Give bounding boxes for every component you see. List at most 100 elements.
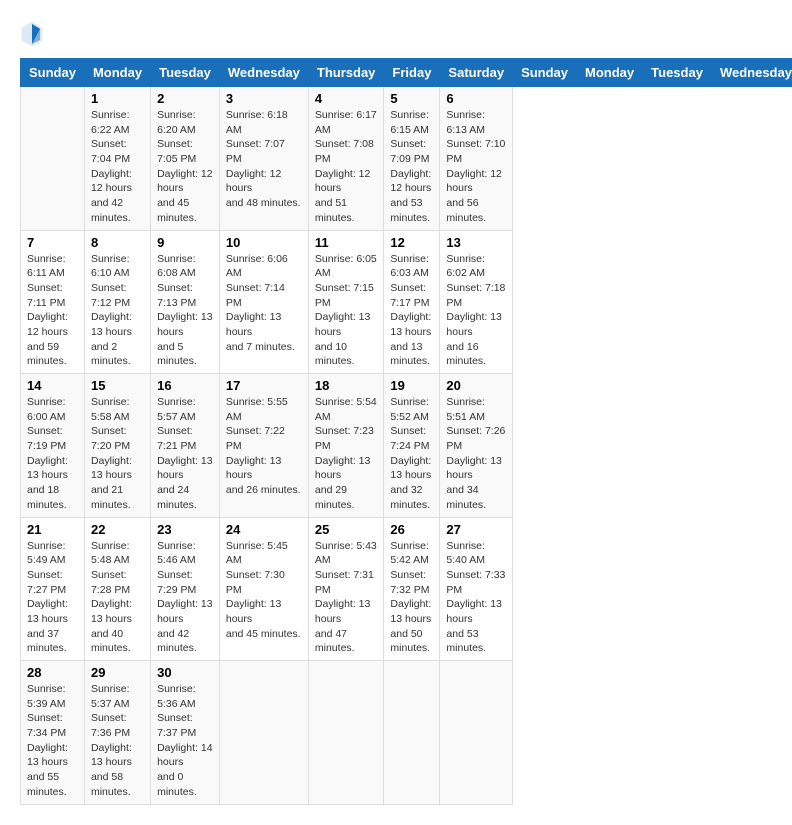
calendar-cell: 17 Sunrise: 5:55 AM Sunset: 7:22 PM Dayli… — [219, 374, 308, 518]
calendar-week-row: 7Sunrise: 6:11 AM Sunset: 7:11 PM Daylig… — [21, 230, 792, 374]
day-number: 14 — [27, 378, 78, 393]
calendar-cell: 2 Sunrise: 6:20 AM Sunset: 7:05 PM Daylig… — [151, 87, 220, 231]
day-number: 16 — [157, 378, 213, 393]
day-info: Sunrise: 6:06 AM Sunset: 7:14 PM Dayligh… — [226, 252, 302, 355]
calendar-cell: 15 Sunrise: 5:58 AM Sunset: 7:20 PM Dayli… — [84, 374, 150, 518]
day-number: 4 — [315, 91, 378, 106]
calendar-cell: 5 Sunrise: 6:15 AM Sunset: 7:09 PM Daylig… — [384, 87, 440, 231]
day-number: 26 — [390, 522, 433, 537]
day-number: 30 — [157, 665, 213, 680]
calendar-cell: 7Sunrise: 6:11 AM Sunset: 7:11 PM Daylig… — [21, 230, 85, 374]
day-number: 7 — [27, 235, 78, 250]
day-info: Sunrise: 5:45 AM Sunset: 7:30 PM Dayligh… — [226, 539, 302, 642]
day-number: 24 — [226, 522, 302, 537]
day-number: 20 — [446, 378, 506, 393]
day-info: Sunrise: 6:02 AM Sunset: 7:18 PM Dayligh… — [446, 252, 506, 370]
calendar-cell: 27Sunrise: 5:40 AM Sunset: 7:33 PM Dayli… — [440, 517, 513, 661]
day-number: 1 — [91, 91, 144, 106]
calendar-cell: 9 Sunrise: 6:08 AM Sunset: 7:13 PM Daylig… — [151, 230, 220, 374]
day-number: 21 — [27, 522, 78, 537]
calendar-cell: 13 Sunrise: 6:02 AM Sunset: 7:18 PM Dayli… — [440, 230, 513, 374]
page-header — [20, 20, 772, 48]
calendar-table: SundayMondayTuesdayWednesdayThursdayFrid… — [20, 58, 792, 805]
day-info: Sunrise: 5:58 AM Sunset: 7:20 PM Dayligh… — [91, 395, 144, 513]
day-number: 12 — [390, 235, 433, 250]
day-of-week-header: Monday — [577, 59, 643, 87]
day-info: Sunrise: 6:00 AM Sunset: 7:19 PM Dayligh… — [27, 395, 78, 513]
day-info: Sunrise: 5:40 AM Sunset: 7:33 PM Dayligh… — [446, 539, 506, 657]
calendar-cell: 4Sunrise: 6:17 AM Sunset: 7:08 PM Daylig… — [308, 87, 384, 231]
logo-icon — [20, 20, 44, 48]
day-info: Sunrise: 6:15 AM Sunset: 7:09 PM Dayligh… — [390, 108, 433, 226]
day-number: 2 — [157, 91, 213, 106]
calendar-cell: 30 Sunrise: 5:36 AM Sunset: 7:37 PM Dayli… — [151, 661, 220, 805]
day-number: 5 — [390, 91, 433, 106]
day-number: 18 — [315, 378, 378, 393]
day-of-week-header: Saturday — [440, 59, 513, 87]
calendar-cell: 20 Sunrise: 5:51 AM Sunset: 7:26 PM Dayli… — [440, 374, 513, 518]
calendar-header-row: SundayMondayTuesdayWednesdayThursdayFrid… — [21, 59, 792, 87]
calendar-cell — [21, 87, 85, 231]
day-number: 9 — [157, 235, 213, 250]
calendar-week-row: 1 Sunrise: 6:22 AM Sunset: 7:04 PM Daylig… — [21, 87, 792, 231]
day-number: 3 — [226, 91, 302, 106]
calendar-cell: 1 Sunrise: 6:22 AM Sunset: 7:04 PM Daylig… — [84, 87, 150, 231]
day-info: Sunrise: 5:43 AM Sunset: 7:31 PM Dayligh… — [315, 539, 378, 657]
day-of-week-header: Wednesday — [711, 59, 792, 87]
day-number: 13 — [446, 235, 506, 250]
day-of-week-header: Thursday — [308, 59, 384, 87]
day-number: 8 — [91, 235, 144, 250]
day-info: Sunrise: 5:42 AM Sunset: 7:32 PM Dayligh… — [390, 539, 433, 657]
calendar-cell — [308, 661, 384, 805]
calendar-cell: 14 Sunrise: 6:00 AM Sunset: 7:19 PM Dayli… — [21, 374, 85, 518]
day-info: Sunrise: 6:05 AM Sunset: 7:15 PM Dayligh… — [315, 252, 378, 370]
day-of-week-header: Wednesday — [219, 59, 308, 87]
day-info: Sunrise: 6:18 AM Sunset: 7:07 PM Dayligh… — [226, 108, 302, 211]
day-info: Sunrise: 6:10 AM Sunset: 7:12 PM Dayligh… — [91, 252, 144, 370]
day-number: 15 — [91, 378, 144, 393]
day-info: Sunrise: 5:46 AM Sunset: 7:29 PM Dayligh… — [157, 539, 213, 657]
day-info: Sunrise: 5:48 AM Sunset: 7:28 PM Dayligh… — [91, 539, 144, 657]
day-info: Sunrise: 5:37 AM Sunset: 7:36 PM Dayligh… — [91, 682, 144, 800]
day-info: Sunrise: 6:22 AM Sunset: 7:04 PM Dayligh… — [91, 108, 144, 226]
calendar-cell: 11Sunrise: 6:05 AM Sunset: 7:15 PM Dayli… — [308, 230, 384, 374]
day-info: Sunrise: 5:55 AM Sunset: 7:22 PM Dayligh… — [226, 395, 302, 498]
day-info: Sunrise: 5:39 AM Sunset: 7:34 PM Dayligh… — [27, 682, 78, 800]
day-info: Sunrise: 6:20 AM Sunset: 7:05 PM Dayligh… — [157, 108, 213, 226]
day-number: 23 — [157, 522, 213, 537]
calendar-cell: 21 Sunrise: 5:49 AM Sunset: 7:27 PM Dayli… — [21, 517, 85, 661]
calendar-cell — [219, 661, 308, 805]
calendar-cell: 6Sunrise: 6:13 AM Sunset: 7:10 PM Daylig… — [440, 87, 513, 231]
day-number: 28 — [27, 665, 78, 680]
day-info: Sunrise: 6:03 AM Sunset: 7:17 PM Dayligh… — [390, 252, 433, 370]
day-info: Sunrise: 5:57 AM Sunset: 7:21 PM Dayligh… — [157, 395, 213, 513]
day-info: Sunrise: 6:08 AM Sunset: 7:13 PM Dayligh… — [157, 252, 213, 370]
calendar-cell: 28 Sunrise: 5:39 AM Sunset: 7:34 PM Dayli… — [21, 661, 85, 805]
day-of-week-header: Monday — [84, 59, 150, 87]
day-number: 10 — [226, 235, 302, 250]
calendar-cell: 24 Sunrise: 5:45 AM Sunset: 7:30 PM Dayli… — [219, 517, 308, 661]
day-number: 29 — [91, 665, 144, 680]
calendar-cell: 25Sunrise: 5:43 AM Sunset: 7:31 PM Dayli… — [308, 517, 384, 661]
day-of-week-header: Tuesday — [151, 59, 220, 87]
day-info: Sunrise: 5:51 AM Sunset: 7:26 PM Dayligh… — [446, 395, 506, 513]
calendar-cell: 23 Sunrise: 5:46 AM Sunset: 7:29 PM Dayli… — [151, 517, 220, 661]
calendar-week-row: 14 Sunrise: 6:00 AM Sunset: 7:19 PM Dayli… — [21, 374, 792, 518]
calendar-cell: 26 Sunrise: 5:42 AM Sunset: 7:32 PM Dayli… — [384, 517, 440, 661]
calendar-cell — [440, 661, 513, 805]
calendar-cell: 29 Sunrise: 5:37 AM Sunset: 7:36 PM Dayli… — [84, 661, 150, 805]
day-of-week-header: Friday — [384, 59, 440, 87]
day-number: 19 — [390, 378, 433, 393]
calendar-cell: 18Sunrise: 5:54 AM Sunset: 7:23 PM Dayli… — [308, 374, 384, 518]
calendar-cell: 12 Sunrise: 6:03 AM Sunset: 7:17 PM Dayli… — [384, 230, 440, 374]
day-of-week-header: Tuesday — [643, 59, 712, 87]
calendar-cell: 16 Sunrise: 5:57 AM Sunset: 7:21 PM Dayli… — [151, 374, 220, 518]
day-of-week-header: Sunday — [513, 59, 577, 87]
calendar-cell — [384, 661, 440, 805]
day-number: 17 — [226, 378, 302, 393]
day-info: Sunrise: 5:49 AM Sunset: 7:27 PM Dayligh… — [27, 539, 78, 657]
day-number: 22 — [91, 522, 144, 537]
day-info: Sunrise: 5:36 AM Sunset: 7:37 PM Dayligh… — [157, 682, 213, 800]
calendar-week-row: 21 Sunrise: 5:49 AM Sunset: 7:27 PM Dayli… — [21, 517, 792, 661]
day-number: 6 — [446, 91, 506, 106]
